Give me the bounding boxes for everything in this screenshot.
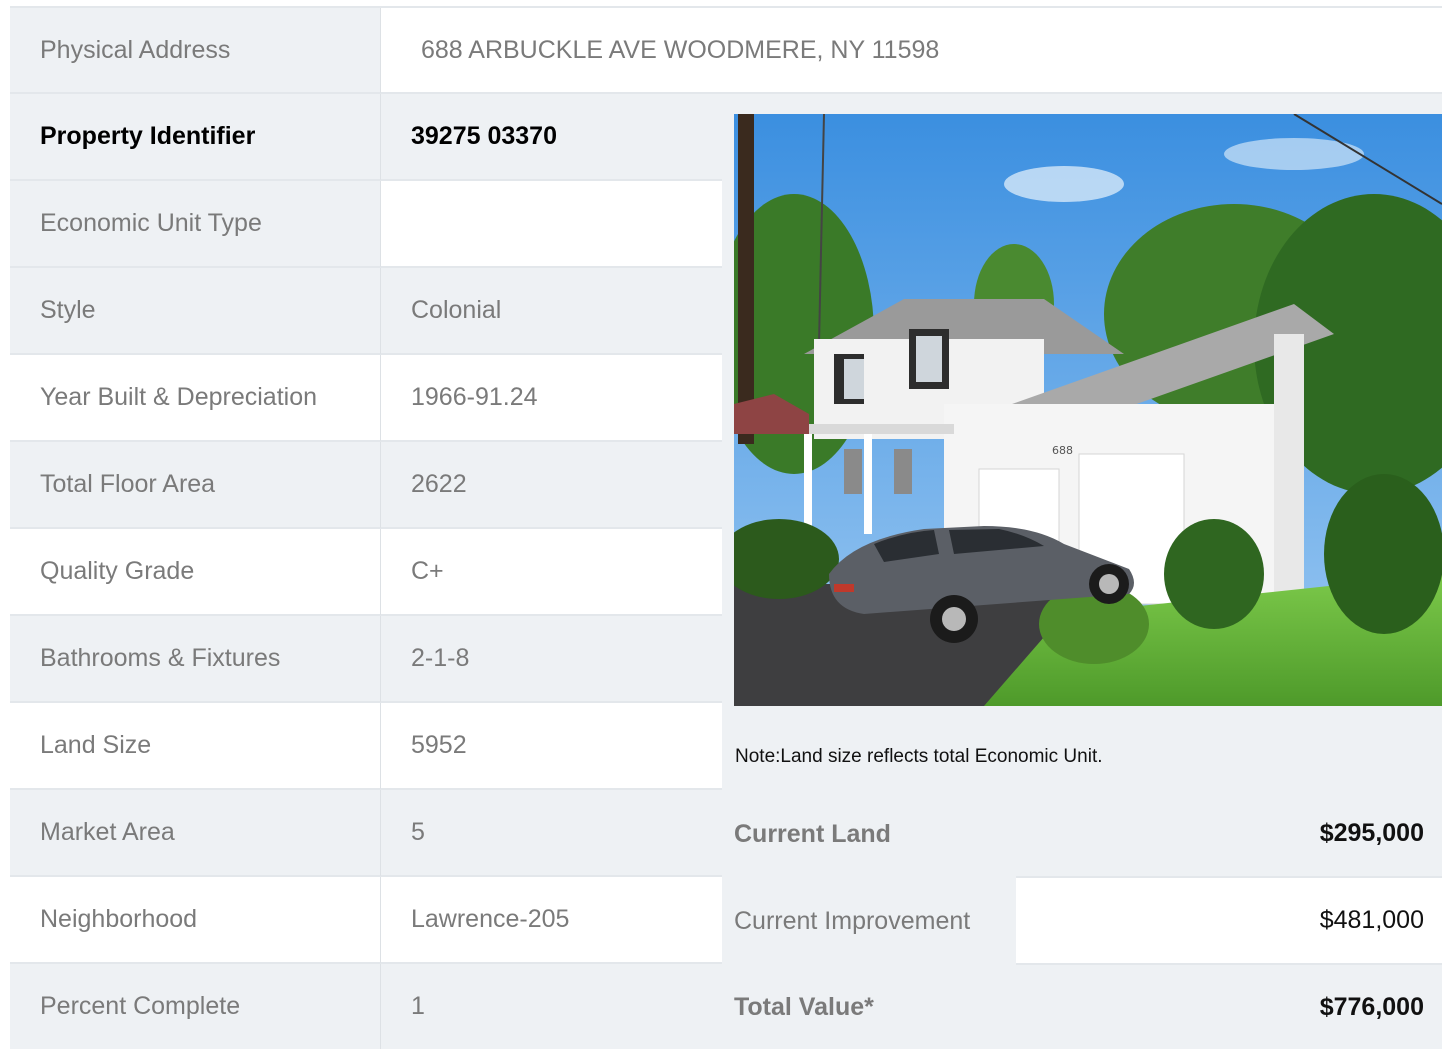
- year-built-label: Year Built & Depreciation: [10, 355, 381, 442]
- market-area-value: 5: [381, 790, 722, 877]
- economic-unit-type-value: [381, 181, 722, 268]
- economic-unit-type-label: Economic Unit Type: [10, 181, 381, 268]
- neighborhood-value: Lawrence-205: [381, 877, 722, 964]
- total-value-amount: $776,000: [1319, 992, 1424, 1021]
- year-built-value: 1966-91.24: [381, 355, 722, 442]
- style-value: Colonial: [381, 268, 722, 355]
- market-area-label: Market Area: [10, 790, 381, 877]
- address-label: Physical Address: [10, 8, 381, 94]
- bathrooms-value: 2-1-8: [381, 616, 722, 703]
- percent-complete-label: Percent Complete: [10, 964, 381, 1049]
- quality-grade-label: Quality Grade: [10, 529, 381, 616]
- total-floor-area-value: 2622: [381, 442, 722, 529]
- bathrooms-label: Bathrooms & Fixtures: [10, 616, 381, 703]
- address-value: 688 ARBUCKLE AVE WOODMERE, NY 11598: [381, 8, 1442, 94]
- total-value-label: Total Value*: [734, 992, 874, 1021]
- current-land-amount: $295,000: [1016, 791, 1442, 878]
- quality-grade-value: C+: [381, 529, 722, 616]
- percent-complete-value: 1: [381, 964, 722, 1049]
- house-number-sign: 688: [1052, 444, 1073, 457]
- current-land-label: Current Land: [734, 820, 891, 848]
- property-identifier-label: Property Identifier: [10, 94, 381, 181]
- land-size-label: Land Size: [10, 703, 381, 790]
- property-panel: 688 Note:Land size reflects total Econom…: [722, 94, 1442, 1049]
- current-improvement-amount: $481,000: [1016, 878, 1442, 965]
- property-record: Physical Address 688 ARBUCKLE AVE WOODME…: [10, 6, 1442, 1049]
- land-size-value: 5952: [381, 703, 722, 790]
- property-identifier-value: 39275 03370: [381, 94, 722, 181]
- current-improvement-label: Current Improvement: [734, 907, 971, 935]
- land-size-note: Note:Land size reflects total Economic U…: [735, 746, 1103, 767]
- neighborhood-label: Neighborhood: [10, 877, 381, 964]
- property-photo: 688: [734, 114, 1442, 706]
- style-label: Style: [10, 268, 381, 355]
- total-floor-area-label: Total Floor Area: [10, 442, 381, 529]
